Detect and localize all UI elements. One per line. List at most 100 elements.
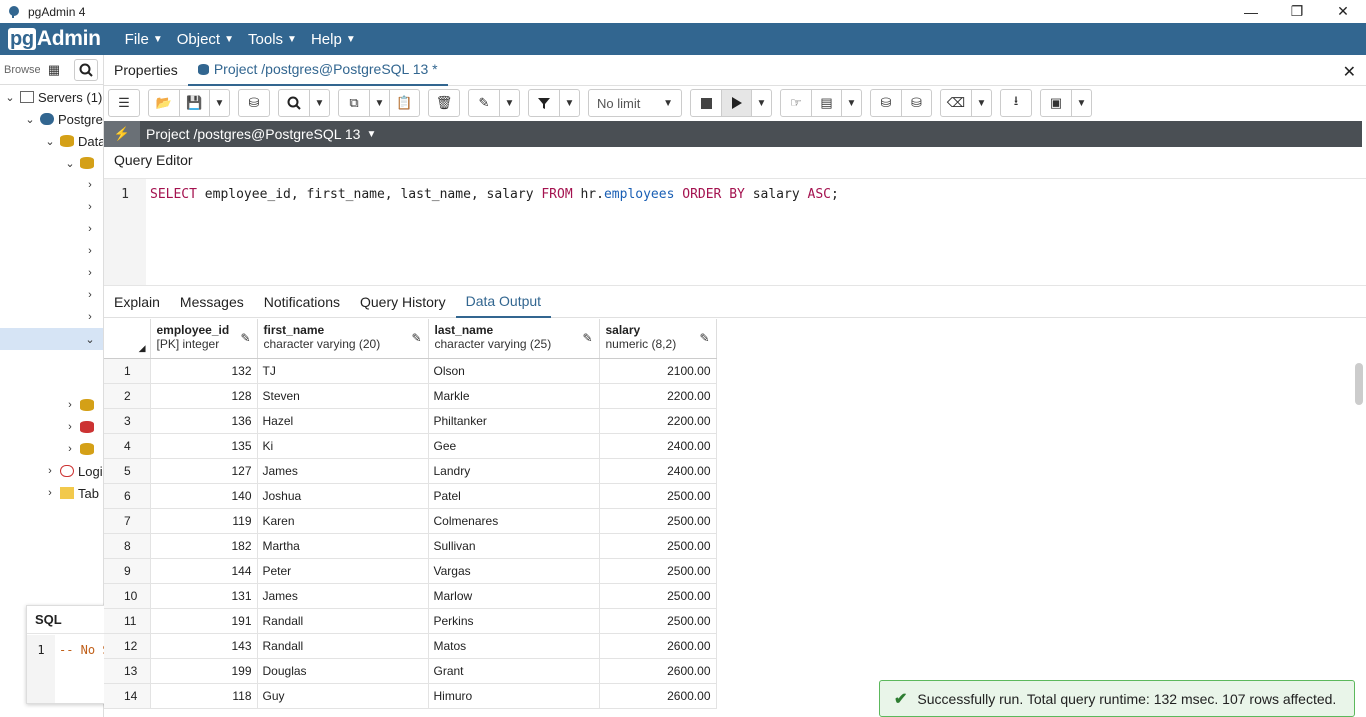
table-row[interactable]: 10 131 James Marlow 2500.00 bbox=[104, 583, 717, 609]
row-number[interactable]: 10 bbox=[104, 583, 151, 609]
table-row[interactable]: 11 191 Randall Perkins 2500.00 bbox=[104, 608, 717, 634]
row-limit-select[interactable]: No limit ▼ bbox=[588, 89, 682, 117]
tree-child-expanded[interactable]: ⌄ bbox=[84, 328, 100, 350]
chevron-right-icon[interactable]: › bbox=[84, 201, 96, 213]
cell-salary[interactable]: 2100.00 bbox=[599, 358, 717, 384]
column-header[interactable]: employee_id [PK] integer ✎ bbox=[150, 319, 258, 359]
row-number[interactable]: 3 bbox=[104, 408, 151, 434]
cell-salary[interactable]: 2500.00 bbox=[599, 608, 717, 634]
table-row[interactable]: 3 136 Hazel Philtanker 2200.00 bbox=[104, 408, 717, 434]
cell-employee-id[interactable]: 119 bbox=[150, 508, 258, 534]
commit-icon[interactable]: ⛁ bbox=[871, 90, 901, 116]
explain-dropdown-icon[interactable]: ▼ bbox=[841, 90, 861, 116]
minimize-icon[interactable]: — bbox=[1228, 0, 1274, 23]
search-icon[interactable] bbox=[74, 58, 98, 81]
tree-child[interactable]: › bbox=[84, 240, 100, 262]
close-tab-icon[interactable]: ✕ bbox=[1343, 62, 1356, 82]
clear-icon[interactable]: ⌫ bbox=[941, 90, 971, 116]
save-icon[interactable]: 💾 bbox=[179, 90, 209, 116]
chevron-down-icon[interactable]: ⌄ bbox=[44, 135, 56, 148]
row-number[interactable]: 4 bbox=[104, 433, 151, 459]
cell-salary[interactable]: 2500.00 bbox=[599, 533, 717, 559]
delete-icon[interactable]: 🗑 bbox=[429, 90, 459, 116]
cell-employee-id[interactable]: 140 bbox=[150, 483, 258, 509]
cell-salary[interactable]: 2500.00 bbox=[599, 483, 717, 509]
menu-help[interactable]: Help ▼ bbox=[311, 31, 356, 48]
tree-item-server[interactable]: ⌄ Postgre bbox=[24, 108, 102, 130]
row-number[interactable]: 9 bbox=[104, 558, 151, 584]
clear-dropdown-icon[interactable]: ▼ bbox=[971, 90, 991, 116]
chevron-right-icon[interactable]: › bbox=[84, 311, 96, 323]
chevron-down-icon[interactable]: ▼ bbox=[366, 129, 376, 140]
cell-employee-id[interactable]: 127 bbox=[150, 458, 258, 484]
cell-employee-id[interactable]: 132 bbox=[150, 358, 258, 384]
cell-employee-id[interactable]: 136 bbox=[150, 408, 258, 434]
tree-item-db2[interactable]: › bbox=[64, 394, 98, 416]
table-row[interactable]: 5 127 James Landry 2400.00 bbox=[104, 458, 717, 484]
cell-last-name[interactable]: Grant bbox=[428, 658, 600, 684]
tree-item-databases[interactable]: ⌄ Data bbox=[44, 130, 103, 152]
find-dropdown-icon[interactable]: ▼ bbox=[309, 90, 329, 116]
chevron-down-icon[interactable]: ⌄ bbox=[84, 333, 96, 346]
tree-item-login-roles[interactable]: › Logi bbox=[44, 460, 102, 482]
table-row[interactable]: 4 135 Ki Gee 2400.00 bbox=[104, 433, 717, 459]
tab-data-output[interactable]: Data Output bbox=[455, 287, 552, 318]
tree-child[interactable]: › bbox=[84, 196, 100, 218]
cell-first-name[interactable]: James bbox=[257, 458, 429, 484]
row-number[interactable]: 8 bbox=[104, 533, 151, 559]
cell-last-name[interactable]: Colmenares bbox=[428, 508, 600, 534]
browser-tab[interactable]: Browser bbox=[2, 59, 42, 81]
cell-salary[interactable]: 2600.00 bbox=[599, 683, 717, 709]
cell-first-name[interactable]: Karen bbox=[257, 508, 429, 534]
cell-employee-id[interactable]: 144 bbox=[150, 558, 258, 584]
tree-child[interactable]: › bbox=[84, 218, 100, 240]
edit-dropdown-icon[interactable]: ▼ bbox=[499, 90, 519, 116]
tree-child[interactable]: › bbox=[84, 284, 100, 306]
cell-salary[interactable]: 2600.00 bbox=[599, 633, 717, 659]
cell-last-name[interactable]: Himuro bbox=[428, 683, 600, 709]
chevron-right-icon[interactable]: › bbox=[64, 443, 76, 455]
tab-messages[interactable]: Messages bbox=[170, 287, 254, 318]
chevron-right-icon[interactable]: › bbox=[44, 487, 56, 499]
cell-salary[interactable]: 2500.00 bbox=[599, 508, 717, 534]
cell-first-name[interactable]: Hazel bbox=[257, 408, 429, 434]
cell-last-name[interactable]: Olson bbox=[428, 358, 600, 384]
column-header[interactable]: last_name character varying (25) ✎ bbox=[428, 319, 600, 359]
cell-salary[interactable]: 2400.00 bbox=[599, 433, 717, 459]
cell-salary[interactable]: 2500.00 bbox=[599, 583, 717, 609]
row-number[interactable]: 13 bbox=[104, 658, 151, 684]
find-icon[interactable] bbox=[279, 90, 309, 116]
row-number[interactable]: 7 bbox=[104, 508, 151, 534]
cell-salary[interactable]: 2200.00 bbox=[599, 383, 717, 409]
cell-last-name[interactable]: Matos bbox=[428, 633, 600, 659]
cell-first-name[interactable]: TJ bbox=[257, 358, 429, 384]
table-row[interactable]: 1 132 TJ Olson 2100.00 bbox=[104, 358, 717, 384]
plug-icon[interactable]: ⚡ bbox=[104, 121, 140, 147]
chevron-right-icon[interactable]: › bbox=[64, 399, 76, 411]
execute-icon[interactable] bbox=[721, 90, 751, 116]
table-row[interactable]: 8 182 Martha Sullivan 2500.00 bbox=[104, 533, 717, 559]
table-row[interactable]: 2 128 Steven Markle 2200.00 bbox=[104, 383, 717, 409]
cell-last-name[interactable]: Perkins bbox=[428, 608, 600, 634]
connection-icon[interactable]: ☰ bbox=[109, 90, 139, 116]
cell-last-name[interactable]: Vargas bbox=[428, 558, 600, 584]
column-header[interactable]: salary numeric (8,2) ✎ bbox=[599, 319, 717, 359]
rollback-icon[interactable]: ⛁ bbox=[901, 90, 931, 116]
stop-icon[interactable] bbox=[691, 90, 721, 116]
menu-file[interactable]: File ▼ bbox=[125, 31, 163, 48]
chevron-right-icon[interactable]: › bbox=[84, 179, 96, 191]
save-dropdown-icon[interactable]: ▼ bbox=[209, 90, 229, 116]
column-header[interactable]: first_name character varying (20) ✎ bbox=[257, 319, 429, 359]
cell-last-name[interactable]: Sullivan bbox=[428, 533, 600, 559]
explain-analyze-icon[interactable]: ▤ bbox=[811, 90, 841, 116]
cell-last-name[interactable]: Landry bbox=[428, 458, 600, 484]
row-number[interactable]: 11 bbox=[104, 608, 151, 634]
execute-dropdown-icon[interactable]: ▼ bbox=[751, 90, 771, 116]
chevron-down-icon[interactable]: ⌄ bbox=[64, 157, 76, 170]
cell-employee-id[interactable]: 143 bbox=[150, 633, 258, 659]
table-row[interactable]: 9 144 Peter Vargas 2500.00 bbox=[104, 558, 717, 584]
restore-icon[interactable]: ❐ bbox=[1274, 0, 1320, 23]
row-number[interactable]: 6 bbox=[104, 483, 151, 509]
download-icon[interactable]: ⭳ bbox=[1001, 90, 1031, 116]
chevron-right-icon[interactable]: › bbox=[84, 223, 96, 235]
